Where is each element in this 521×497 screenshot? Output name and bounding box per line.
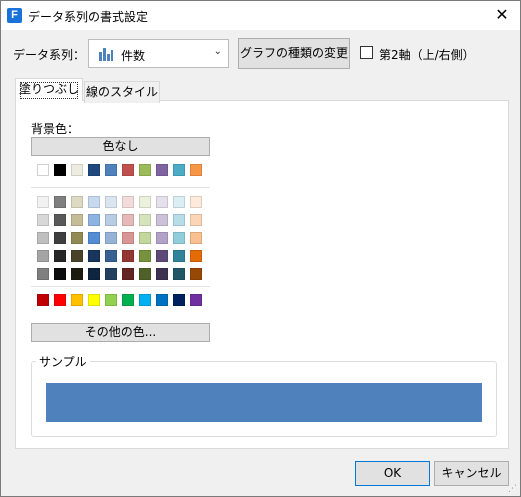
color-swatch[interactable] bbox=[139, 196, 151, 208]
tab-line-style[interactable]: 線のスタイル bbox=[84, 81, 160, 103]
color-swatch[interactable] bbox=[173, 164, 185, 176]
color-swatch[interactable] bbox=[173, 232, 185, 244]
color-swatch[interactable] bbox=[37, 268, 49, 280]
chevron-down-icon: ⌄ bbox=[213, 46, 222, 57]
cancel-button[interactable]: キャンセル bbox=[434, 461, 509, 486]
color-swatch[interactable] bbox=[190, 214, 202, 226]
color-swatch[interactable] bbox=[156, 250, 168, 262]
color-swatch[interactable] bbox=[71, 294, 83, 306]
color-swatch[interactable] bbox=[122, 214, 134, 226]
secondary-axis-label[interactable]: 第2軸（上/右側） bbox=[379, 46, 475, 63]
color-swatch[interactable] bbox=[105, 294, 117, 306]
resize-grip-icon[interactable]: ⋰ bbox=[508, 484, 518, 494]
focus-rect bbox=[20, 82, 78, 99]
tab-line-style-label: 線のスタイル bbox=[85, 85, 158, 99]
color-swatch[interactable] bbox=[139, 214, 151, 226]
color-swatch[interactable] bbox=[156, 232, 168, 244]
color-swatch[interactable] bbox=[156, 164, 168, 176]
color-swatch[interactable] bbox=[173, 294, 185, 306]
color-swatch[interactable] bbox=[139, 250, 151, 262]
series-select[interactable]: 件数 ⌄ bbox=[88, 39, 229, 68]
color-swatch[interactable] bbox=[71, 268, 83, 280]
color-swatch[interactable] bbox=[71, 232, 83, 244]
color-swatch[interactable] bbox=[190, 196, 202, 208]
color-swatch[interactable] bbox=[88, 268, 100, 280]
color-swatch[interactable] bbox=[173, 196, 185, 208]
background-color-label: 背景色： bbox=[31, 122, 80, 136]
color-swatch[interactable] bbox=[54, 196, 66, 208]
color-swatch[interactable] bbox=[37, 250, 49, 262]
sample-label: サンプル bbox=[36, 353, 90, 370]
color-swatch[interactable] bbox=[105, 250, 117, 262]
color-swatch[interactable] bbox=[139, 232, 151, 244]
color-swatch[interactable] bbox=[88, 250, 100, 262]
change-chart-type-button[interactable]: グラフの種類の変更 bbox=[238, 38, 350, 69]
ok-button[interactable]: OK bbox=[355, 461, 430, 486]
color-swatch[interactable] bbox=[37, 294, 49, 306]
color-swatch[interactable] bbox=[54, 268, 66, 280]
color-swatch[interactable] bbox=[54, 294, 66, 306]
color-swatch[interactable] bbox=[88, 214, 100, 226]
color-swatch[interactable] bbox=[122, 250, 134, 262]
color-swatch[interactable] bbox=[190, 250, 202, 262]
color-swatch[interactable] bbox=[71, 196, 83, 208]
title-bar: F データ系列の書式設定 ✕ bbox=[1, 1, 520, 30]
color-swatch[interactable] bbox=[88, 232, 100, 244]
close-icon[interactable]: ✕ bbox=[487, 3, 517, 27]
app-icon: F bbox=[7, 8, 22, 23]
palette-divider bbox=[31, 286, 210, 287]
color-swatch[interactable] bbox=[122, 164, 134, 176]
color-swatch[interactable] bbox=[54, 232, 66, 244]
color-swatch[interactable] bbox=[122, 268, 134, 280]
color-swatch[interactable] bbox=[54, 164, 66, 176]
color-swatch[interactable] bbox=[37, 196, 49, 208]
color-swatch[interactable] bbox=[156, 196, 168, 208]
color-swatch[interactable] bbox=[37, 232, 49, 244]
sample-preview bbox=[46, 383, 482, 422]
color-swatch[interactable] bbox=[105, 164, 117, 176]
color-swatch[interactable] bbox=[54, 250, 66, 262]
color-swatch[interactable] bbox=[139, 268, 151, 280]
color-swatch[interactable] bbox=[88, 196, 100, 208]
color-swatch[interactable] bbox=[173, 250, 185, 262]
bar-chart-icon bbox=[99, 48, 113, 61]
color-swatch[interactable] bbox=[190, 232, 202, 244]
color-swatch[interactable] bbox=[156, 268, 168, 280]
no-color-button[interactable]: 色なし bbox=[31, 137, 210, 156]
color-swatch[interactable] bbox=[88, 294, 100, 306]
color-swatch[interactable] bbox=[173, 268, 185, 280]
more-colors-button[interactable]: その他の色... bbox=[31, 323, 210, 342]
color-swatch[interactable] bbox=[105, 232, 117, 244]
color-swatch[interactable] bbox=[71, 164, 83, 176]
color-swatch[interactable] bbox=[122, 232, 134, 244]
series-select-value: 件数 bbox=[121, 49, 146, 63]
color-swatch[interactable] bbox=[190, 164, 202, 176]
window-title: データ系列の書式設定 bbox=[28, 10, 149, 24]
color-swatch[interactable] bbox=[37, 164, 49, 176]
color-swatch[interactable] bbox=[54, 214, 66, 226]
color-swatch[interactable] bbox=[156, 214, 168, 226]
color-swatch[interactable] bbox=[122, 196, 134, 208]
color-swatch[interactable] bbox=[105, 214, 117, 226]
color-swatch[interactable] bbox=[37, 214, 49, 226]
palette-divider bbox=[31, 187, 210, 188]
tab-fill[interactable]: 塗りつぶし bbox=[15, 78, 83, 101]
color-swatch[interactable] bbox=[139, 294, 151, 306]
color-swatch[interactable] bbox=[71, 214, 83, 226]
color-swatch[interactable] bbox=[105, 268, 117, 280]
color-swatch[interactable] bbox=[122, 294, 134, 306]
secondary-axis-checkbox[interactable] bbox=[360, 46, 373, 59]
color-swatch[interactable] bbox=[190, 268, 202, 280]
color-swatch[interactable] bbox=[71, 250, 83, 262]
color-swatch[interactable] bbox=[88, 164, 100, 176]
color-swatch[interactable] bbox=[190, 294, 202, 306]
color-swatch[interactable] bbox=[139, 164, 151, 176]
color-swatch[interactable] bbox=[156, 294, 168, 306]
series-label: データ系列： bbox=[13, 48, 86, 62]
color-swatch[interactable] bbox=[173, 214, 185, 226]
color-swatch[interactable] bbox=[105, 196, 117, 208]
format-data-series-dialog: F データ系列の書式設定 ✕ データ系列： 件数 ⌄ グラフの種類の変更 第2軸… bbox=[0, 0, 521, 497]
